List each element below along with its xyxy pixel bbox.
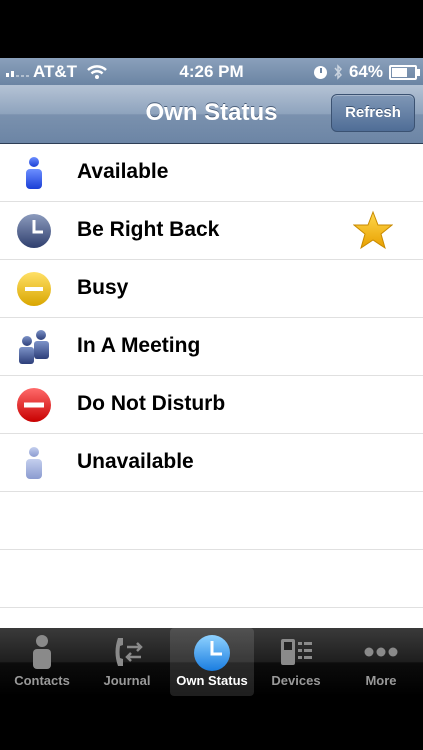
empty-row [0,492,423,550]
tab-more[interactable]: More [339,628,423,696]
bluetooth-icon [334,64,342,80]
meeting-icon [19,330,49,364]
top-bezel [0,0,423,58]
contacts-icon [33,635,51,669]
tab-journal[interactable]: Journal [85,628,169,696]
status-list: Available Be Right Back Busy In A Meetin… [0,144,423,628]
status-label: Unavailable [77,450,194,473]
empty-row [0,550,423,608]
tab-label: Contacts [14,673,70,688]
status-label: Busy [77,276,129,299]
tab-label: Own Status [176,673,248,688]
tab-contacts[interactable]: Contacts [0,628,84,696]
tab-bar: Contacts Journal Own Status Devices More [0,628,423,696]
person-available-icon [26,157,42,189]
tab-label: Devices [271,673,321,688]
status-label: Available [77,160,169,183]
navigation-bar: Own Status Refresh [0,85,423,144]
tab-devices[interactable]: Devices [254,628,338,696]
do-not-disturb-icon [17,388,51,422]
refresh-button[interactable]: Refresh [331,94,415,132]
status-row-be-right-back[interactable]: Be Right Back [0,202,423,260]
status-row-available[interactable]: Available [0,144,423,202]
battery-icon [389,64,420,80]
status-row-busy[interactable]: Busy [0,260,423,318]
status-bar: AT&T 4:26 PM 64% [0,58,423,85]
busy-icon [17,272,51,306]
status-row-do-not-disturb[interactable]: Do Not Disturb [0,376,423,434]
tab-label: Journal [103,673,151,688]
status-row-unavailable[interactable]: Unavailable [0,434,423,492]
battery-percent: 64% [348,62,383,81]
journal-icon [115,638,143,666]
alarm-icon [313,65,327,79]
status-label: Be Right Back [77,218,220,241]
bottom-bezel [0,696,423,750]
devices-icon [281,639,312,665]
tab-own-status[interactable]: Own Status [170,628,254,696]
status-label: In A Meeting [77,334,201,357]
clock-icon [17,214,51,248]
status-row-in-a-meeting[interactable]: In A Meeting [0,318,423,376]
person-unavailable-icon [26,447,42,479]
clock-icon [194,635,230,671]
favorite-star-icon [353,210,393,250]
tab-label: More [365,673,397,688]
status-label: Do Not Disturb [77,392,226,415]
more-icon [364,647,398,657]
